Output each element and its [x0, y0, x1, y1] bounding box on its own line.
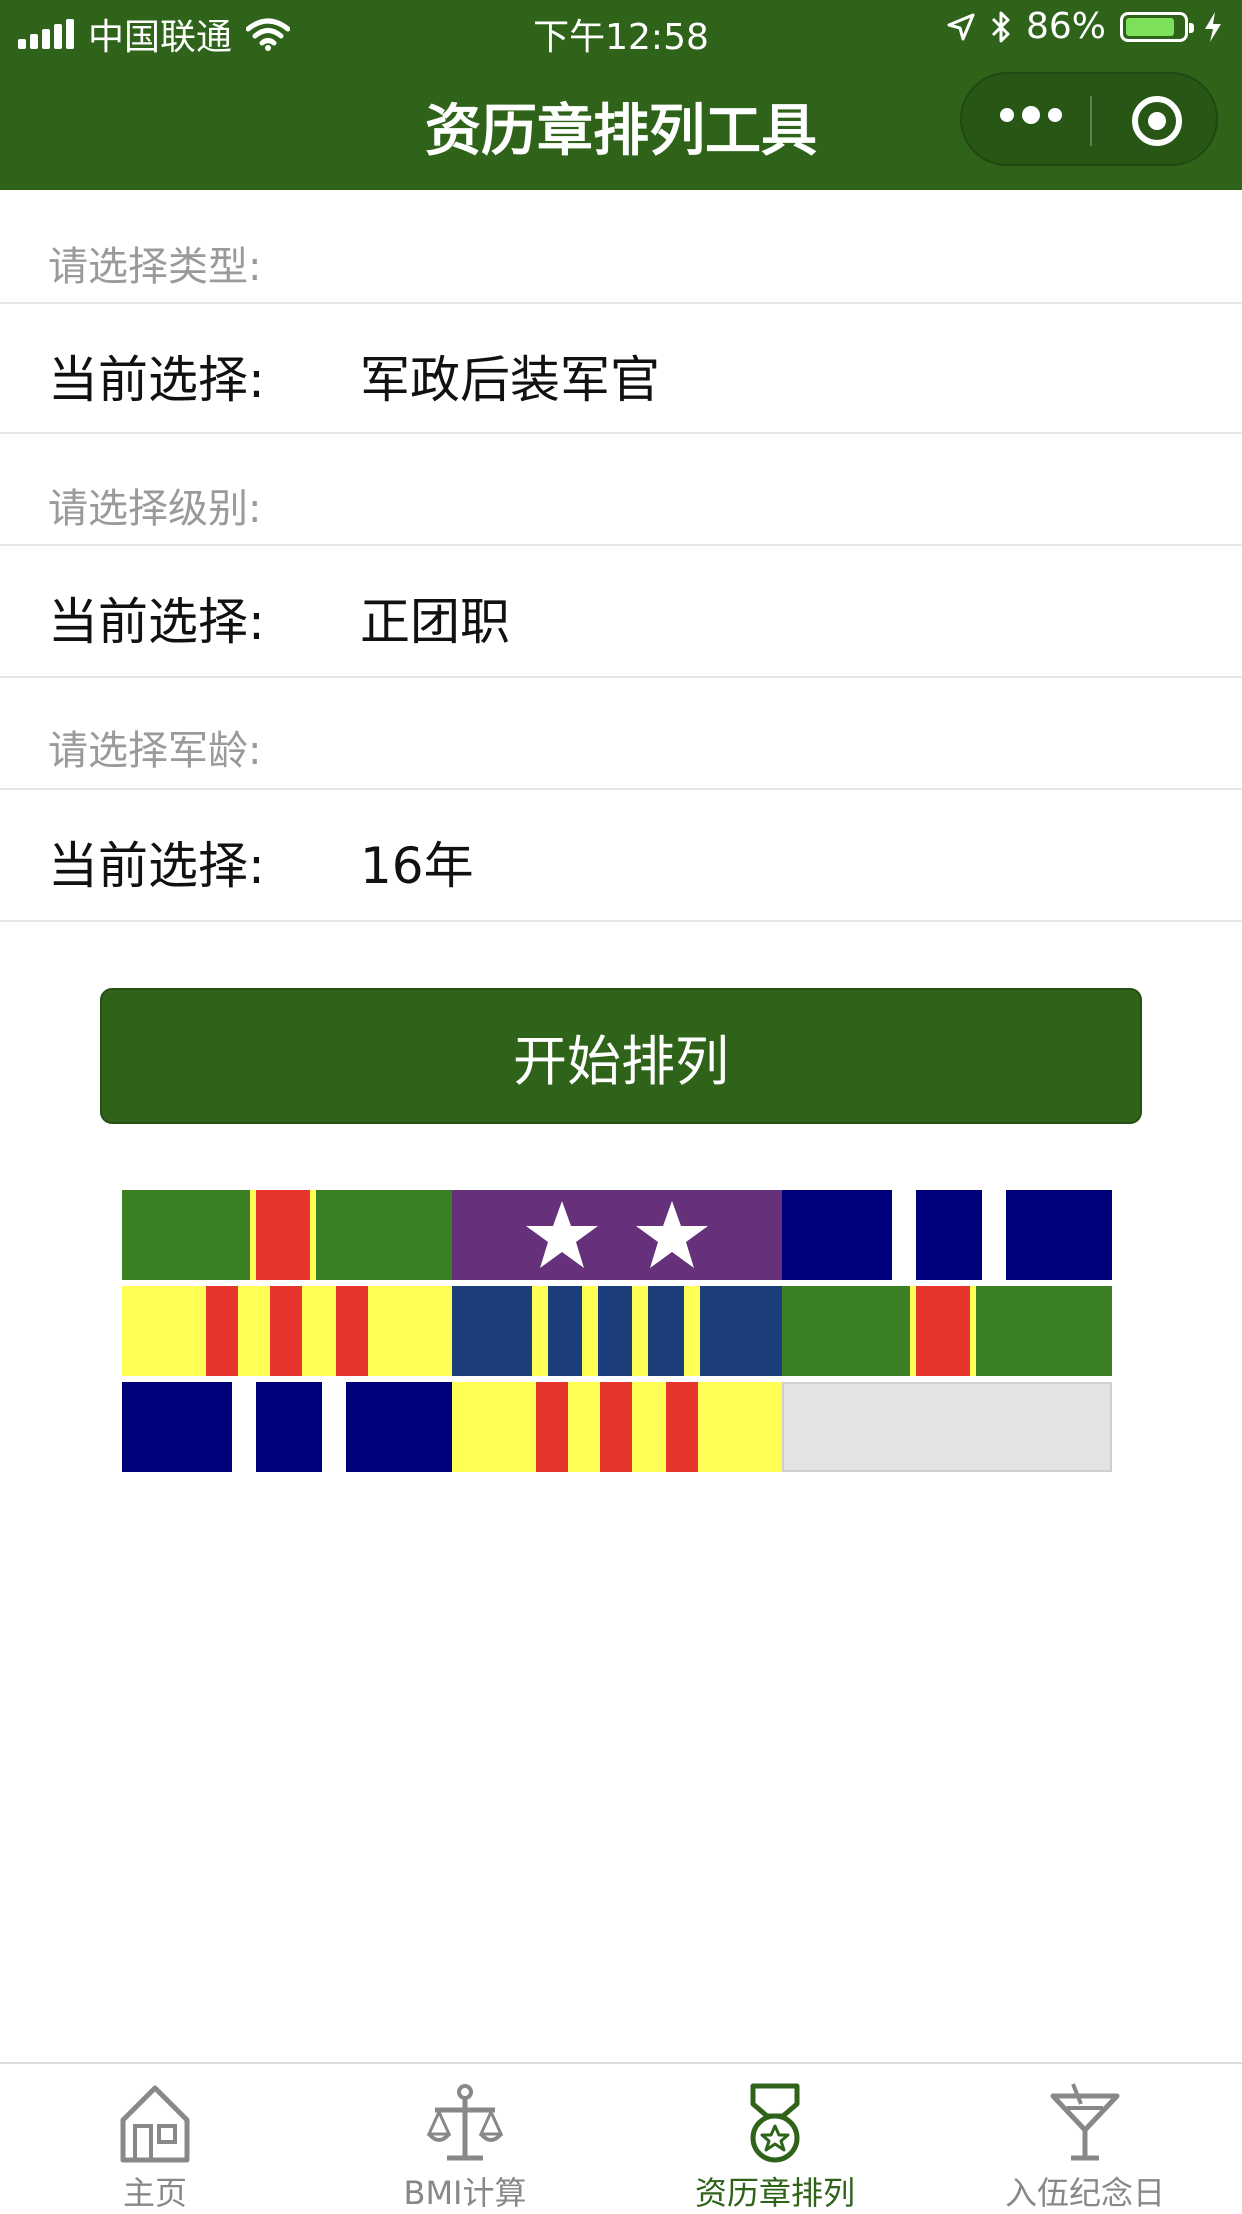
tab-home[interactable]: 主页 — [0, 2064, 310, 2212]
tab-bar: 主页 BMI计算 资历章排列 入伍纪念日 — [0, 2062, 1242, 2212]
type-current-value: 军政后装军官 — [360, 351, 660, 409]
tab-enlistment-anniversary[interactable]: 入伍纪念日 — [930, 2064, 1240, 2212]
scale-icon — [426, 2084, 504, 2161]
divider — [0, 920, 1242, 922]
ribbon-blue-yellow-stripes — [452, 1286, 782, 1376]
type-picker[interactable]: 当前选择: 军政后装军官 — [0, 304, 1242, 432]
type-prompt: 请选择类型: — [48, 244, 262, 290]
type-current-label: 当前选择: — [48, 351, 265, 409]
ribbon-purple-two-stars — [452, 1190, 782, 1280]
tab-ribbon-arrange[interactable]: 资历章排列 — [620, 2064, 930, 2212]
years-prompt: 请选择军龄: — [48, 728, 262, 774]
location-icon — [947, 13, 975, 40]
status-bar: 中国联通 下午12:58 86% — [0, 0, 1242, 62]
level-current-label: 当前选择: — [48, 593, 265, 651]
start-arrange-button[interactable]: 开始排列 — [100, 988, 1142, 1124]
level-picker[interactable]: 当前选择: 正团职 — [0, 546, 1242, 676]
ribbon-yellow-red-stripes — [452, 1382, 782, 1472]
divider — [0, 432, 1242, 434]
battery-percent: 86% — [1025, 6, 1106, 47]
mini-program-capsule — [960, 72, 1218, 166]
level-prompt: 请选择级别: — [48, 486, 262, 532]
cocktail-icon — [1050, 2083, 1120, 2161]
more-icon[interactable] — [1000, 106, 1062, 124]
charging-icon — [1205, 11, 1221, 42]
medal-icon — [750, 2083, 800, 2163]
divider — [0, 676, 1242, 678]
close-miniprogram-icon[interactable] — [1132, 96, 1182, 146]
bluetooth-icon — [991, 11, 1010, 42]
ribbon-rack — [122, 1190, 1114, 1474]
status-right: 86% — [946, 6, 1224, 47]
ribbon-yellow-red-stripes — [122, 1286, 452, 1376]
house-icon — [120, 2085, 190, 2163]
tab-bmi[interactable]: BMI计算 — [310, 2064, 620, 2212]
top-bar: 中国联通 下午12:58 86% 资历章排列工具 — [0, 0, 1242, 190]
ribbon-empty — [782, 1382, 1112, 1472]
battery-icon — [1120, 11, 1194, 42]
years-picker[interactable]: 当前选择: 16年 — [0, 790, 1242, 920]
tab-label: 主页 — [122, 2174, 187, 2212]
ribbon-navy-white-stripes — [122, 1382, 452, 1472]
level-current-value: 正团职 — [360, 593, 510, 651]
years-current-value: 16年 — [360, 837, 474, 895]
tab-label: 入伍纪念日 — [1004, 2174, 1165, 2212]
years-current-label: 当前选择: — [48, 837, 265, 895]
capsule-divider — [1090, 96, 1092, 146]
tab-label: BMI计算 — [403, 2174, 527, 2212]
ribbon-green-red-center — [122, 1190, 452, 1280]
ribbon-navy-white-stripes — [782, 1190, 1112, 1280]
tab-label: 资历章排列 — [694, 2174, 855, 2212]
ribbon-green-red-center — [782, 1286, 1112, 1376]
